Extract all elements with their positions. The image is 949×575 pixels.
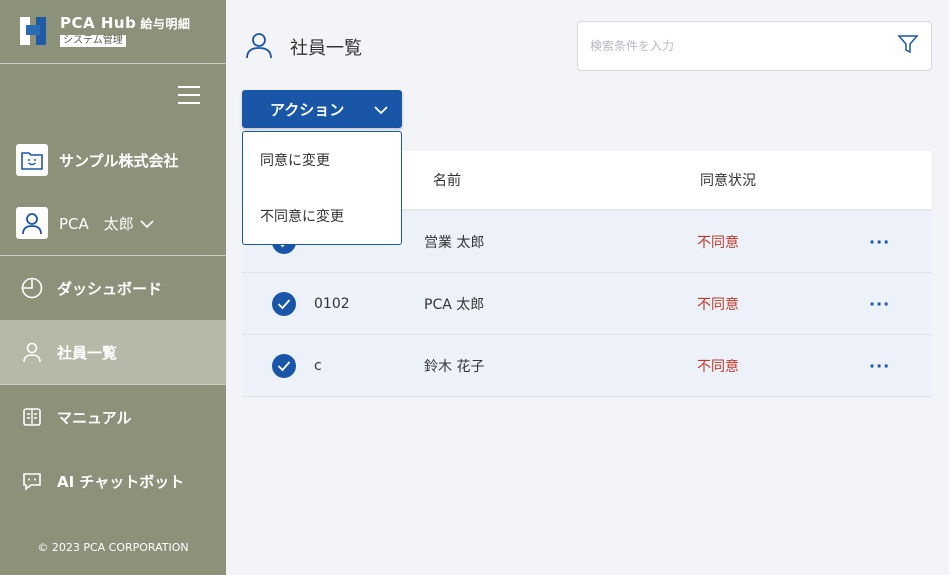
action-button[interactable]: アクション	[242, 90, 402, 128]
search-box[interactable]	[577, 21, 932, 71]
brand-badge: システム管理	[60, 35, 126, 47]
sidebar-item-manual[interactable]: マニュアル	[0, 385, 226, 449]
more-options-icon[interactable]: ···	[869, 356, 890, 375]
column-header-consent[interactable]: 同意状況	[700, 170, 756, 190]
more-options-icon[interactable]: ···	[869, 232, 890, 251]
sidebar: PCA Hub 給与明細 システム管理 サンプル株式会社 PCA 太郎 ダッシュボ…	[0, 0, 226, 575]
row-checkbox[interactable]	[272, 353, 296, 378]
chevron-down-icon	[374, 100, 388, 119]
menu-item-set-consent[interactable]: 同意に変更	[243, 132, 401, 188]
row-checkbox[interactable]	[272, 291, 296, 316]
user-menu[interactable]: PCA 太郎	[16, 207, 154, 239]
employee-name: 営業 太郎	[424, 234, 485, 251]
user-name: PCA 太郎	[59, 214, 134, 233]
sidebar-item-label: ダッシュボード	[57, 279, 163, 298]
company-selector[interactable]: サンプル株式会社	[16, 144, 179, 176]
sidebar-item-label: マニュアル	[57, 408, 132, 427]
page-header: 社員一覧	[244, 30, 362, 64]
company-name: サンプル株式会社	[59, 151, 179, 170]
brand[interactable]: PCA Hub 給与明細 システム管理	[0, 0, 226, 64]
employee-name: 鈴木 花子	[424, 358, 485, 375]
filter-icon[interactable]	[897, 33, 919, 59]
consent-status: 不同意	[697, 358, 739, 375]
employee-code: c	[314, 357, 322, 374]
copyright: © 2023 PCA CORPORATION	[37, 541, 189, 554]
table-row[interactable]: 0102 PCA 太郎 不同意 ···	[242, 273, 932, 335]
page-title: 社員一覧	[290, 38, 362, 59]
menu-item-set-no-consent[interactable]: 不同意に変更	[243, 188, 401, 244]
person-icon	[20, 340, 44, 364]
sidebar-item-label: 社員一覧	[57, 343, 118, 362]
search-input[interactable]	[590, 39, 897, 53]
action-dropdown-menu: 同意に変更 不同意に変更	[242, 131, 402, 245]
book-icon	[20, 405, 44, 429]
action-button-label: アクション	[270, 100, 345, 119]
person-icon	[244, 30, 274, 64]
column-header-name[interactable]: 名前	[433, 170, 461, 190]
hamburger-menu-icon[interactable]	[178, 86, 200, 104]
employee-code: 0102	[314, 295, 350, 312]
company-folder-icon	[16, 144, 48, 176]
sidebar-item-ai-chatbot[interactable]: AI チャットボット	[0, 449, 226, 513]
table-row[interactable]: c 鈴木 花子 不同意 ···	[242, 335, 932, 397]
more-options-icon[interactable]: ···	[869, 294, 890, 313]
chat-icon	[20, 469, 44, 493]
sidebar-item-label: AI チャットボット	[57, 472, 185, 491]
brand-title: PCA Hub 給与明細	[60, 14, 191, 32]
consent-status: 不同意	[697, 234, 739, 251]
consent-status: 不同意	[697, 296, 739, 313]
pca-hub-logo-icon	[20, 15, 52, 49]
pie-chart-icon	[20, 276, 44, 300]
sidebar-item-dashboard[interactable]: ダッシュボード	[0, 256, 226, 320]
chevron-down-icon	[140, 214, 154, 233]
sidebar-item-employees[interactable]: 社員一覧	[0, 320, 226, 384]
employee-name: PCA 太郎	[424, 296, 485, 313]
user-avatar-icon	[16, 207, 48, 239]
